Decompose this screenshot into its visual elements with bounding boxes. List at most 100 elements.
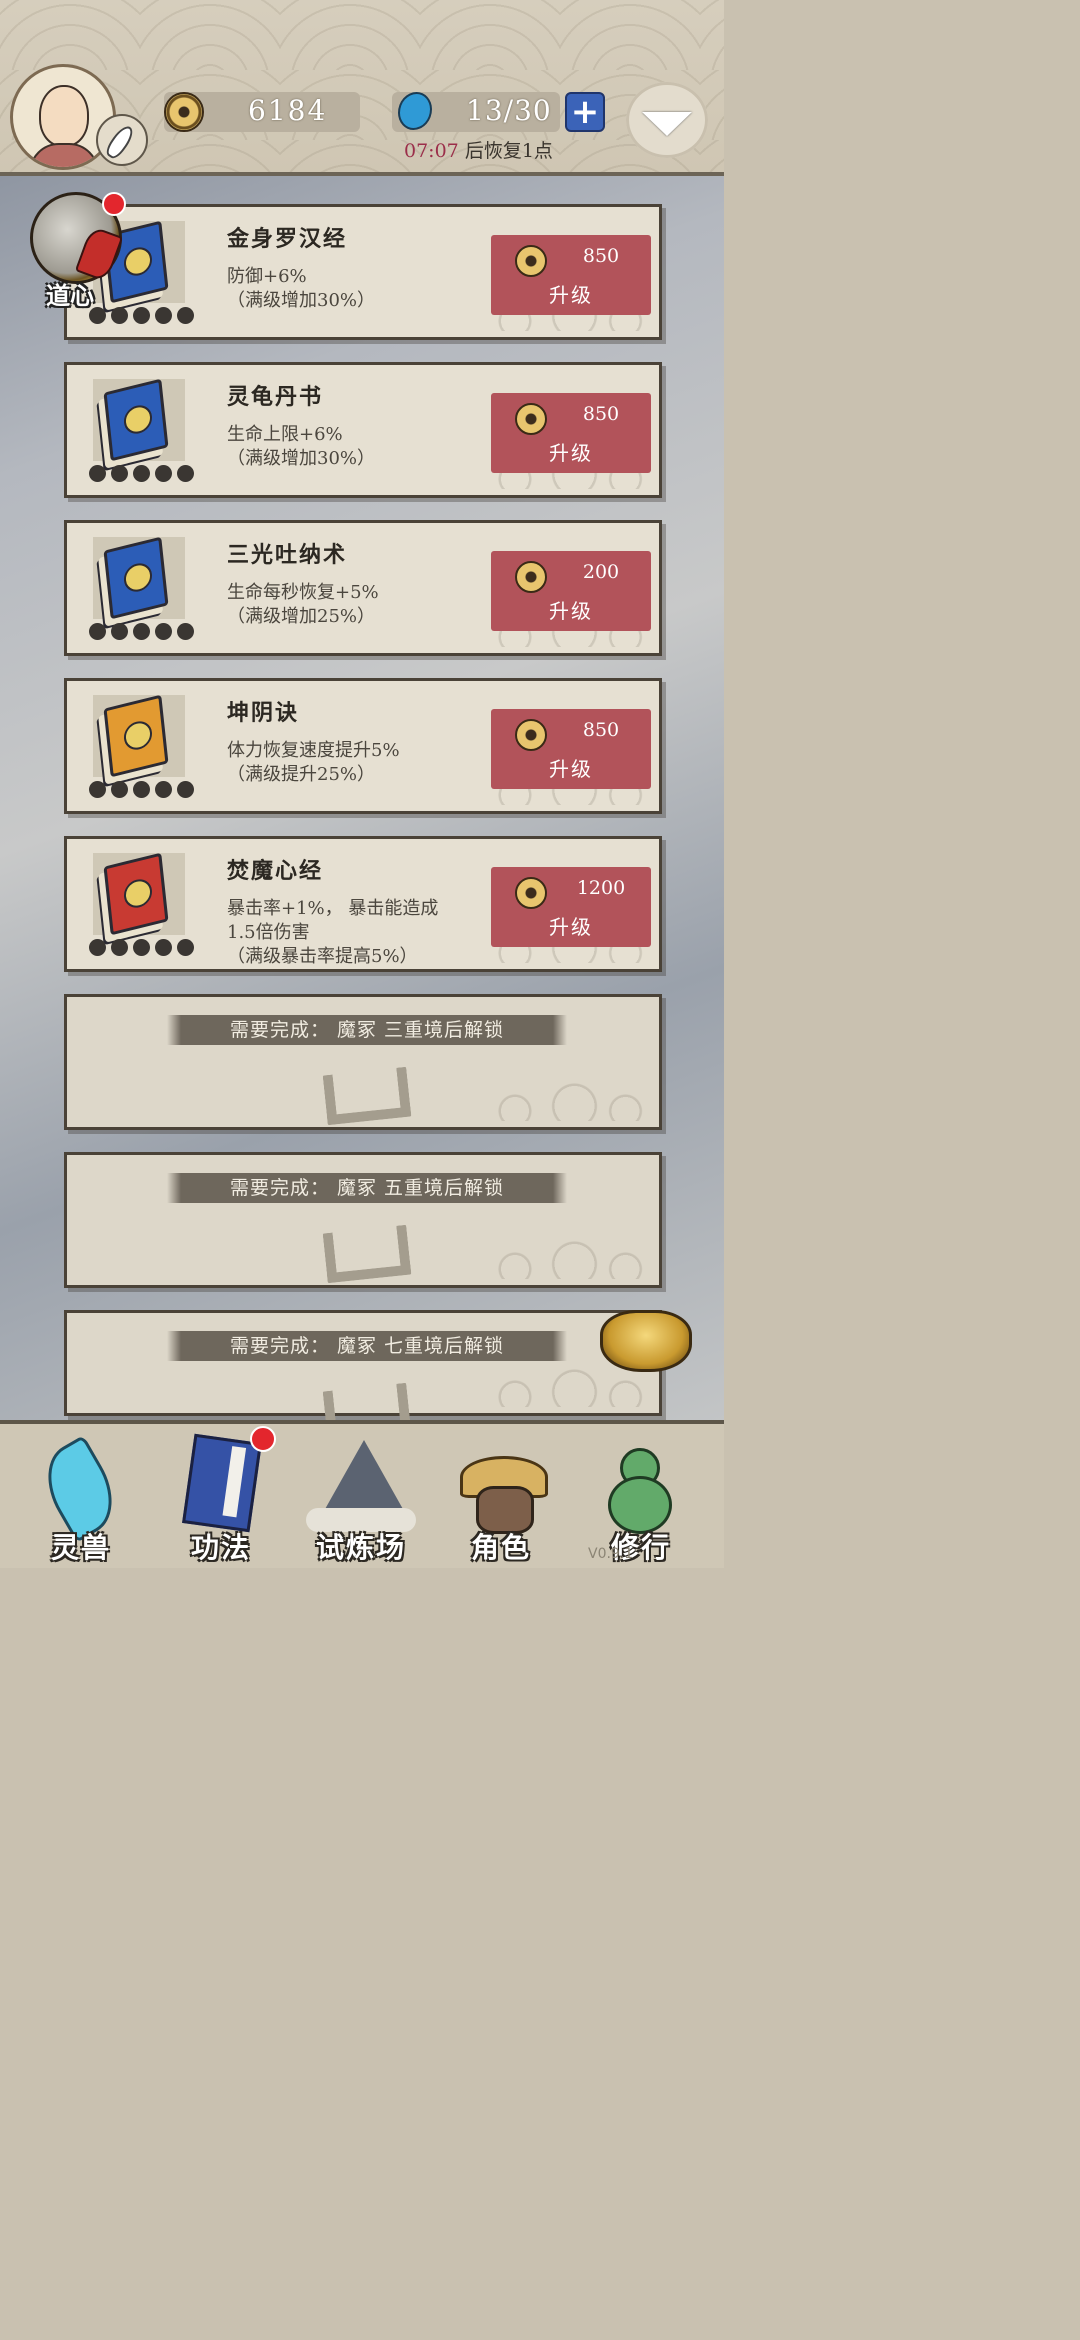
locked-skill-card: 需要完成： 魔冢 五重境后解锁 — [64, 1152, 662, 1288]
skill-card: 金身罗汉经 防御+6% （满级增加30%） 850 升级 — [64, 204, 662, 340]
level-dot — [177, 939, 194, 956]
orange-book-icon — [103, 694, 169, 778]
avatar-robe — [29, 143, 99, 167]
character-icon — [456, 1432, 548, 1534]
unlock-requirement: 需要完成： 魔冢 五重境后解锁 — [167, 1173, 567, 1203]
lock-placeholder-icon — [322, 1382, 412, 1420]
nav-item[interactable]: 试炼场 — [296, 1424, 426, 1568]
upgrade-label: 升级 — [549, 441, 593, 465]
upgrade-cost: 200 — [582, 561, 620, 583]
skill-desc-line: （满级提升25%） — [227, 764, 376, 785]
level-dot — [133, 307, 150, 324]
upgrade-cost: 1200 — [576, 877, 626, 899]
level-dot — [89, 465, 106, 482]
level-dot — [111, 307, 128, 324]
skill-desc: 生命上限+6% （满级增加30%） — [227, 423, 487, 471]
lock-placeholder-icon — [322, 1066, 412, 1126]
skill-book-frame — [93, 378, 185, 462]
avatar-face — [39, 85, 89, 147]
coin-icon — [515, 877, 547, 909]
skill-card: 坤阴诀 体力恢复速度提升5% （满级提升25%） 850 升级 — [64, 678, 662, 814]
skill-desc-line: 生命上限+6% — [227, 424, 343, 445]
daoxin-label: 道心 — [46, 281, 94, 310]
incense-burner-icon[interactable] — [600, 1310, 692, 1372]
cloud-decoration — [481, 1071, 651, 1121]
lock-placeholder-icon — [322, 1224, 412, 1284]
coin-icon — [164, 92, 204, 132]
level-dot — [155, 465, 172, 482]
coin-counter: 6184 — [164, 92, 360, 132]
level-dot — [155, 623, 172, 640]
level-dot — [111, 939, 128, 956]
nav-label: 灵兽 — [50, 1531, 111, 1564]
upgrade-cost: 850 — [582, 719, 620, 741]
skill-desc-line: 体力恢复速度提升5% — [227, 740, 400, 761]
upgrade-label: 升级 — [549, 915, 593, 939]
upgrade-button[interactable]: 850 升级 — [491, 235, 651, 315]
upgrade-button[interactable]: 200 升级 — [491, 551, 651, 631]
skill-name: 三光吐纳术 — [227, 542, 348, 568]
book-emblem-icon — [122, 876, 154, 911]
recover-suffix: 后恢复1点 — [464, 140, 553, 162]
level-dot — [133, 465, 150, 482]
upgrade-button[interactable]: 850 升级 — [491, 393, 651, 473]
upgrade-cost: 850 — [582, 245, 620, 267]
skill-desc-line: （满级增加30%） — [227, 448, 376, 469]
nav-item[interactable]: 灵兽 — [16, 1424, 146, 1568]
level-dot — [133, 781, 150, 798]
dropdown-button[interactable] — [626, 82, 708, 158]
level-dot — [133, 623, 150, 640]
level-dot — [89, 781, 106, 798]
skill-desc-line: 暴击率+1%， 暴击能造成 — [227, 898, 439, 919]
upgrade-cost: 850 — [582, 403, 620, 425]
nav-item[interactable]: 功法 — [156, 1424, 286, 1568]
level-dot — [89, 623, 106, 640]
skill-desc: 防御+6% （满级增加30%） — [227, 265, 487, 313]
version-label: V0.9.1 — [588, 1546, 634, 1562]
energy-recover-text: 07:07 后恢复1点 — [404, 136, 553, 163]
skill-name: 焚魔心经 — [227, 858, 324, 884]
skill-desc-line: 防御+6% — [227, 266, 307, 287]
upgrade-button[interactable]: 850 升级 — [491, 709, 651, 789]
feather-badge-icon[interactable] — [96, 114, 148, 166]
level-dot — [177, 465, 194, 482]
book-emblem-icon — [122, 402, 154, 437]
coin-value: 6184 — [248, 94, 328, 127]
skill-desc-line: （满级增加30%） — [227, 290, 376, 311]
skill-book-frame — [93, 852, 185, 936]
skill-list[interactable]: 金身罗汉经 防御+6% （满级增加30%） 850 升级 灵龟丹书 生命上限+6%… — [0, 176, 724, 1420]
upgrade-label: 升级 — [549, 599, 593, 623]
level-dot — [177, 781, 194, 798]
feather-icon — [31, 1432, 129, 1543]
skill-book-frame — [93, 694, 185, 778]
chevron-down-icon — [642, 112, 692, 136]
top-bar: 6184 13/30 + 07:07 后恢复1点 — [0, 0, 724, 176]
recover-timer: 07:07 — [404, 140, 459, 162]
add-energy-button[interactable]: + — [565, 92, 605, 132]
skill-name: 坤阴诀 — [227, 700, 300, 726]
book-emblem-icon — [122, 718, 154, 753]
blue-book-cross-icon — [103, 536, 169, 620]
unlock-requirement: 需要完成： 魔冢 七重境后解锁 — [167, 1331, 567, 1361]
level-dots — [89, 939, 199, 960]
book-emblem-icon — [122, 560, 154, 595]
nav-label: 功法 — [190, 1531, 251, 1564]
level-dot — [155, 781, 172, 798]
nav-item[interactable]: 角色 — [436, 1424, 566, 1568]
energy-value: 13/30 — [466, 94, 552, 127]
coin-icon — [515, 561, 547, 593]
level-dot — [133, 939, 150, 956]
energy-drop-icon — [398, 92, 432, 130]
level-dot — [155, 939, 172, 956]
upgrade-label: 升级 — [549, 757, 593, 781]
blue-book-icon — [103, 378, 169, 462]
skill-desc-line: 生命每秒恢复+5% — [227, 582, 379, 603]
locked-skill-card: 需要完成： 魔冢 七重境后解锁 — [64, 1310, 662, 1420]
daoxin-button[interactable]: 道心 — [30, 192, 126, 310]
upgrade-button[interactable]: 1200 升级 — [491, 867, 651, 947]
notification-dot — [250, 1426, 276, 1452]
notification-dot — [102, 192, 126, 216]
skill-card: 灵龟丹书 生命上限+6% （满级增加30%） 850 升级 — [64, 362, 662, 498]
nav-label: 角色 — [470, 1531, 531, 1564]
red-book-icon — [103, 852, 169, 936]
